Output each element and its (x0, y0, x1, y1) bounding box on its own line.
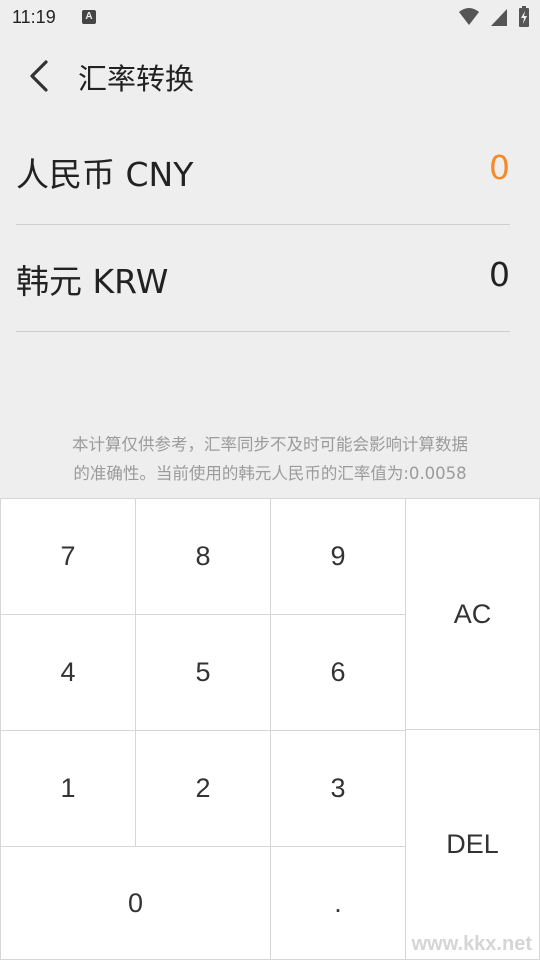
currency-name: 人民币 CNY (16, 155, 194, 194)
key-ac[interactable]: AC (405, 498, 540, 730)
key-dot[interactable]: . (270, 846, 406, 960)
key-8[interactable]: 8 (135, 498, 271, 615)
status-time: 11:19 (12, 7, 56, 27)
notification-icon: A (82, 10, 96, 24)
key-7[interactable]: 7 (0, 498, 136, 615)
app-bar: 汇率转换 (0, 40, 540, 112)
currency-value: 0 (489, 255, 510, 294)
key-2[interactable]: 2 (135, 730, 271, 847)
key-5[interactable]: 5 (135, 614, 271, 731)
page-title: 汇率转换 (78, 62, 195, 96)
key-4[interactable]: 4 (0, 614, 136, 731)
wifi-icon (458, 8, 479, 25)
watermark: www.kkx.net (411, 933, 532, 955)
back-arrow-icon (30, 60, 48, 92)
key-6[interactable]: 6 (270, 614, 406, 731)
disclaimer-line-2: 的准确性。当前使用的韩元人民币的汇率值为:0.0058 (73, 464, 467, 483)
currency-row-cny[interactable]: 人民币 CNY 0 (16, 118, 510, 225)
key-1[interactable]: 1 (0, 730, 136, 847)
currency-row-krw[interactable]: 韩元 KRW 0 (16, 225, 510, 332)
currency-value: 0 (489, 148, 510, 187)
disclaimer-line-1: 本计算仅供参考，汇率同步不及时可能会影响计算数据 (72, 435, 468, 454)
key-0[interactable]: 0 (0, 846, 271, 960)
currency-name: 韩元 KRW (16, 262, 169, 301)
keypad: 7 8 9 AC 4 5 6 1 2 3 DEL 0 . www.kkx.net (0, 498, 540, 960)
rate-disclaimer: 本计算仅供参考，汇率同步不及时可能会影响计算数据 的准确性。当前使用的韩元人民币… (30, 430, 510, 488)
key-9[interactable]: 9 (270, 498, 406, 615)
signal-icon (490, 9, 507, 26)
key-3[interactable]: 3 (270, 730, 406, 847)
status-icons (454, 6, 530, 30)
battery-icon (519, 6, 529, 27)
status-bar: 11:19 A (0, 0, 540, 36)
back-button[interactable] (26, 58, 56, 94)
key-del[interactable]: DEL (405, 729, 540, 960)
